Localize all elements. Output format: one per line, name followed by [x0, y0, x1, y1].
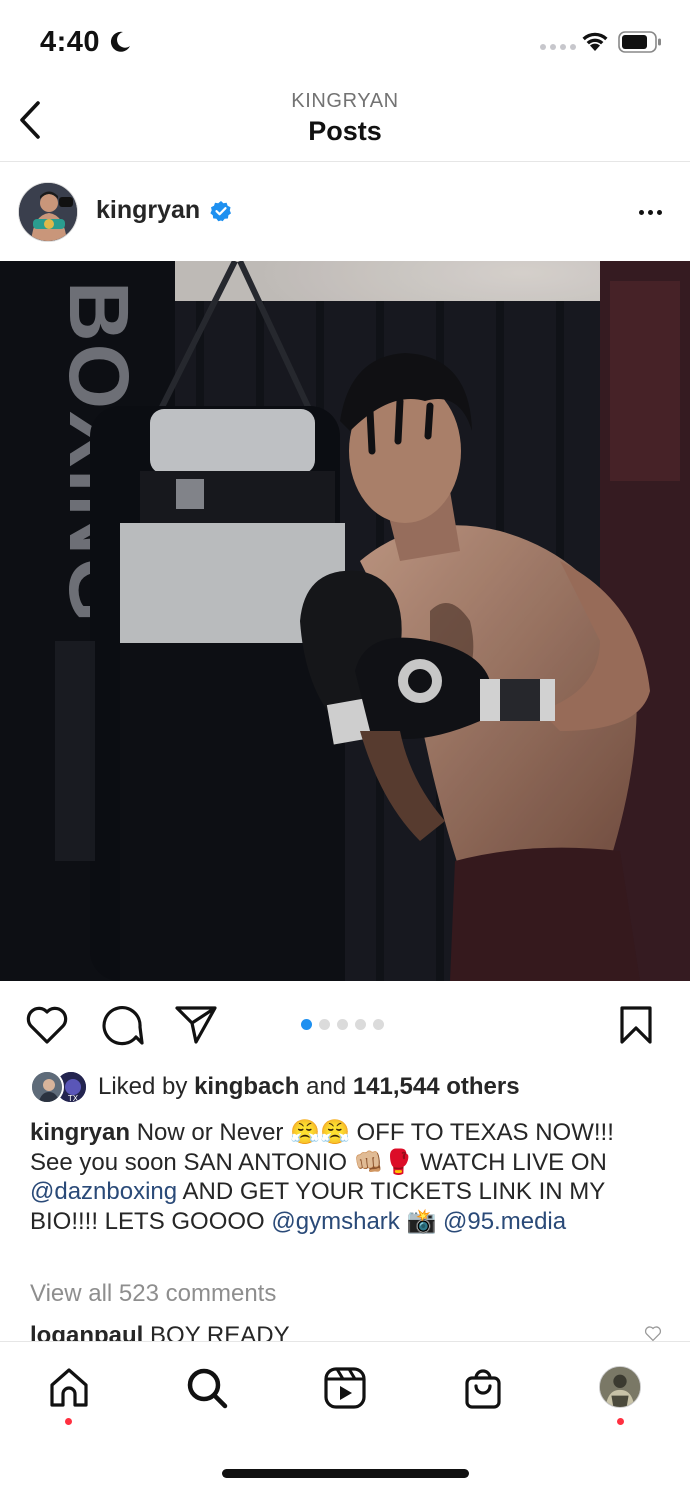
post-caption: kingryan Now or Never 😤😤 OFF TO TEXAS NO…: [30, 1118, 660, 1236]
caption-username[interactable]: kingryan: [30, 1119, 130, 1146]
search-icon: [187, 1368, 228, 1409]
verified-badge-icon: [210, 201, 231, 222]
profile-notification-dot: [617, 1418, 624, 1425]
mention-link[interactable]: @95.media: [443, 1208, 566, 1235]
comment-username[interactable]: loganpaul: [30, 1322, 143, 1342]
carousel-indicator: [301, 1019, 384, 1030]
post-image[interactable]: BOXING: [0, 261, 690, 981]
moon-icon: [110, 31, 130, 52]
save-button[interactable]: [612, 1003, 660, 1047]
tab-home[interactable]: [45, 1364, 93, 1412]
caption-text: 📸: [399, 1207, 443, 1235]
nav-header: KINGRYAN Posts: [0, 84, 690, 162]
share-button[interactable]: [172, 1003, 220, 1047]
likes-count[interactable]: 141,544 others: [353, 1073, 520, 1100]
reels-icon: [324, 1367, 366, 1409]
tab-reels[interactable]: [321, 1364, 369, 1412]
likes-mid: and: [299, 1073, 353, 1100]
avatar[interactable]: [18, 182, 78, 242]
shopping-bag-icon: [465, 1369, 501, 1409]
status-time: 4:40: [40, 26, 101, 58]
liker-avatar-1[interactable]: [30, 1070, 64, 1104]
home-indicator: [222, 1469, 469, 1478]
like-button[interactable]: [23, 1003, 71, 1047]
send-icon: [175, 1006, 217, 1044]
svg-text:TX: TX: [68, 1094, 79, 1103]
comment-text: BOY READY: [143, 1322, 290, 1342]
heart-icon: [26, 1006, 68, 1044]
post-header: kingryan: [0, 163, 690, 261]
post-username[interactable]: kingryan: [96, 196, 200, 225]
view-all-comments-link[interactable]: View all 523 comments: [30, 1280, 276, 1308]
bookmark-icon: [620, 1006, 652, 1044]
home-notification-dot: [65, 1418, 72, 1425]
profile-avatar: [600, 1367, 640, 1407]
mention-link[interactable]: @gymshark: [271, 1208, 399, 1235]
mention-link[interactable]: @daznboxing: [30, 1178, 177, 1205]
likes-prefix: Liked by: [98, 1073, 195, 1100]
avatar-image: [19, 183, 77, 241]
comment-heart-icon[interactable]: [642, 1326, 664, 1342]
liker-username[interactable]: kingbach: [194, 1073, 299, 1100]
comment-button[interactable]: [98, 1003, 146, 1047]
tab-search[interactable]: [183, 1364, 231, 1412]
status-bar: 4:40: [0, 0, 690, 84]
more-options-button[interactable]: [630, 197, 670, 227]
boxer-photo: BOXING: [0, 261, 690, 981]
battery-icon: [618, 31, 661, 53]
wifi-icon: [582, 32, 608, 51]
tab-shop[interactable]: [459, 1364, 507, 1412]
signal-icon: [540, 44, 576, 50]
post-actions: [0, 981, 690, 1067]
tab-profile[interactable]: [599, 1366, 641, 1408]
comment-icon: [102, 1006, 144, 1046]
nav-subtitle: KINGRYAN: [291, 90, 399, 112]
page-title: Posts: [308, 116, 382, 146]
home-icon: [50, 1368, 88, 1407]
comment-preview: loganpaul BOY READY: [30, 1322, 670, 1342]
likes-row: TX Liked by kingbach and 141,544 others: [30, 1070, 670, 1106]
likes-text[interactable]: Liked by kingbach and 141,544 others: [98, 1073, 520, 1101]
